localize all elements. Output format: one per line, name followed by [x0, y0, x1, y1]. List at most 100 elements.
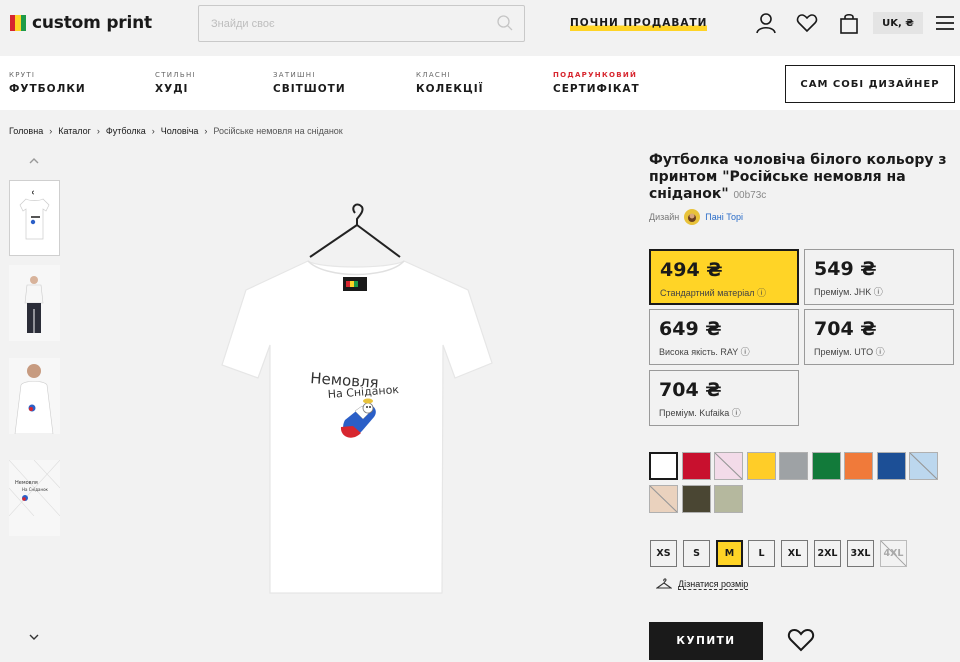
design-label: Дизайн: [649, 212, 680, 222]
nav-item-tagline: КРУТІ: [9, 71, 36, 79]
chevron-up-icon[interactable]: [28, 157, 40, 165]
price-amount: 549 ₴: [814, 258, 877, 280]
price-amount: 704 ₴: [814, 318, 877, 340]
author-avatar[interactable]: [684, 209, 701, 225]
price-option[interactable]: 494 ₴ Стандартний матеріал ⓘ: [649, 249, 799, 305]
price-amount: 704 ₴: [659, 379, 722, 401]
nav-item-label: КОЛЕКЦІЇ: [416, 83, 484, 95]
size-option-3xl[interactable]: 3XL: [847, 540, 874, 567]
price-material-label: Преміум. UTO ⓘ: [814, 345, 944, 358]
product-title: Футболка чоловіча білого кольору з принт…: [649, 152, 949, 204]
breadcrumb-separator-icon: ›: [204, 126, 208, 136]
search-icon[interactable]: [496, 14, 514, 32]
search-input[interactable]: [211, 15, 481, 33]
design-author: Дизайн Пані Торі: [649, 209, 743, 225]
color-swatch[interactable]: [876, 452, 906, 480]
logo-text: custom print: [32, 13, 152, 33]
size-option-xs[interactable]: XS: [650, 540, 677, 567]
thumbnail-model-closeup[interactable]: [9, 358, 60, 435]
size-guide-link[interactable]: Дізнатися розмір: [656, 578, 749, 590]
price-option[interactable]: 549 ₴ Преміум. JHK ⓘ: [804, 249, 954, 305]
add-to-favorites-heart-icon[interactable]: [787, 627, 815, 653]
thumbnail-print-text: Немовля: [15, 480, 38, 486]
logo-mark-icon: [10, 15, 26, 31]
color-swatch[interactable]: [811, 452, 841, 480]
nav-item-tshirts[interactable]: КРУТІ ФУТБОЛКИ: [9, 71, 86, 95]
breadcrumb-link[interactable]: Футболка: [106, 126, 146, 136]
price-material-text: Преміум. JHK: [814, 287, 872, 297]
price-option[interactable]: 649 ₴ Висока якість. RAY ⓘ: [649, 309, 799, 365]
author-link[interactable]: Пані Торі: [705, 212, 743, 222]
nav-item-tagline: ЗАТИШНІ: [273, 71, 316, 79]
nav-item-label: ФУТБОЛКИ: [9, 83, 86, 95]
nav-item-tagline: ПОДАРУНКОВИЙ: [553, 71, 638, 79]
hanger-icon: [656, 578, 672, 589]
color-swatch[interactable]: [649, 452, 678, 480]
size-option-xl[interactable]: XL: [781, 540, 808, 567]
info-icon[interactable]: ⓘ: [732, 408, 741, 418]
info-icon[interactable]: ⓘ: [876, 347, 885, 357]
user-icon[interactable]: [755, 12, 777, 34]
price-material-text: Преміум. Kufaika: [659, 408, 730, 418]
logo[interactable]: custom print: [10, 13, 152, 33]
color-swatch[interactable]: [909, 452, 938, 480]
size-guide-text: Дізнатися розмір: [678, 578, 749, 590]
breadcrumb-link[interactable]: Каталог: [58, 126, 91, 136]
breadcrumb-link[interactable]: Чоловіча: [161, 126, 199, 136]
product-code: 00b73c: [733, 190, 767, 201]
nav-item-label: ХУДІ: [155, 83, 189, 95]
price-material-text: Преміум. UTO: [814, 347, 874, 357]
size-option-m[interactable]: M: [716, 540, 743, 567]
chevron-down-icon[interactable]: [28, 633, 40, 641]
nav-item-hoodies[interactable]: СТИЛЬНІ ХУДІ: [155, 71, 196, 95]
start-selling-link[interactable]: ПОЧНИ ПРОДАВАТИ: [570, 17, 708, 31]
thumbnail-print-pattern[interactable]: Немовля На Сніданок: [8, 459, 61, 536]
nav-item-tagline: СТИЛЬНІ: [155, 71, 196, 79]
self-designer-button[interactable]: САМ СОБІ ДИЗАЙНЕР: [785, 65, 955, 103]
info-icon[interactable]: ⓘ: [741, 347, 750, 357]
size-option-s[interactable]: S: [683, 540, 710, 567]
language-currency-selector[interactable]: UK, ₴: [873, 12, 923, 34]
breadcrumb-separator-icon: ›: [151, 126, 155, 136]
size-option-2xl[interactable]: 2XL: [814, 540, 841, 567]
color-swatch[interactable]: [746, 452, 776, 480]
size-option-4xl: 4XL: [880, 540, 907, 567]
bag-icon[interactable]: [838, 12, 860, 34]
breadcrumb-link[interactable]: Головна: [9, 126, 43, 136]
color-swatch[interactable]: [649, 485, 678, 513]
color-swatch[interactable]: [681, 485, 711, 513]
breadcrumb: Головна › Каталог › Футболка › Чоловіча …: [9, 126, 343, 136]
price-material-text: Стандартний матеріал: [660, 288, 755, 298]
price-amount: 494 ₴: [660, 259, 723, 281]
nav-item-label: СВІТШОТИ: [273, 83, 346, 95]
info-icon[interactable]: ⓘ: [874, 287, 883, 297]
thumbnail-flat[interactable]: [9, 180, 60, 256]
product-main-image[interactable]: Немовля На Сніданок: [210, 195, 505, 595]
price-material-label: Преміум. JHK ⓘ: [814, 285, 944, 298]
thumbnail-print-text: На Сніданок: [22, 487, 49, 492]
breadcrumb-separator-icon: ›: [49, 126, 53, 136]
color-swatch[interactable]: [681, 452, 711, 480]
buy-button[interactable]: КУПИТИ: [649, 622, 763, 660]
breadcrumb-separator-icon: ›: [96, 126, 100, 136]
nav-item-collections[interactable]: КЛАСНІ КОЛЕКЦІЇ: [416, 71, 484, 95]
nav-item-gift-certificate[interactable]: ПОДАРУНКОВИЙ СЕРТИФІКАТ: [553, 71, 640, 95]
product-title-text: Футболка чоловіча білого кольору з принт…: [649, 152, 947, 202]
breadcrumb-current: Російське немовля на сніданок: [213, 126, 343, 136]
nav-item-tagline: КЛАСНІ: [416, 71, 452, 79]
search-box: [198, 5, 525, 42]
info-icon[interactable]: ⓘ: [757, 288, 766, 298]
color-swatch[interactable]: [844, 452, 873, 480]
nav-item-sweatshirts[interactable]: ЗАТИШНІ СВІТШОТИ: [273, 71, 346, 95]
price-option[interactable]: 704 ₴ Преміум. UTO ⓘ: [804, 309, 954, 365]
menu-icon[interactable]: [934, 12, 956, 34]
price-option[interactable]: 704 ₴ Преміум. Kufaika ⓘ: [649, 370, 799, 426]
color-swatch[interactable]: [779, 452, 808, 480]
size-option-l[interactable]: L: [748, 540, 775, 567]
thumbnail-model-full[interactable]: [9, 265, 60, 341]
heart-icon[interactable]: [796, 12, 818, 34]
color-swatch[interactable]: [714, 452, 743, 480]
nav-item-label: СЕРТИФІКАТ: [553, 83, 640, 95]
price-amount: 649 ₴: [659, 318, 722, 340]
color-swatch[interactable]: [714, 485, 743, 513]
